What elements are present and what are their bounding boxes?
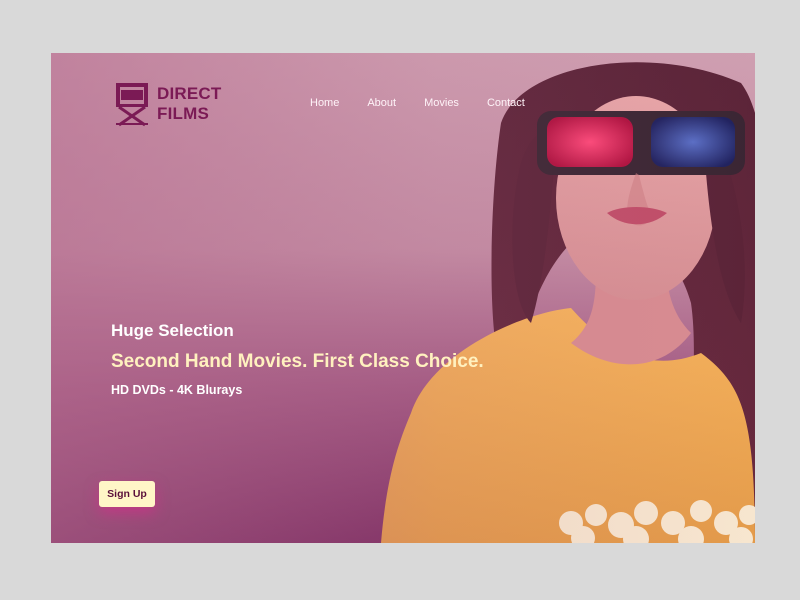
sign-up-button[interactable]: Sign Up [99, 481, 155, 507]
director-chair-icon [116, 83, 148, 127]
hero-text: Huge Selection Second Hand Movies. First… [111, 321, 484, 397]
brand-line-1: DIRECT [157, 84, 222, 103]
nav-contact-link[interactable]: Contact [487, 97, 525, 109]
hero-subtitle: HD DVDs - 4K Blurays [111, 383, 243, 397]
nav-movies-link[interactable]: Movies [424, 97, 459, 109]
main-nav: Home About Movies Contact [310, 97, 525, 109]
hero-tagline: Second Hand Movies. First Class Choice. [111, 351, 484, 372]
brand-name: DIRECT FILMS [157, 84, 221, 124]
hero-title: Huge Selection [111, 321, 234, 340]
nav-about-link[interactable]: About [367, 97, 396, 109]
brand-line-2: FILMS [157, 104, 209, 123]
brand-logo[interactable]: DIRECT FILMS [115, 81, 221, 127]
nav-home-link[interactable]: Home [310, 97, 339, 109]
landing-page: DIRECT FILMS Home About Movies Contact H… [51, 53, 755, 543]
